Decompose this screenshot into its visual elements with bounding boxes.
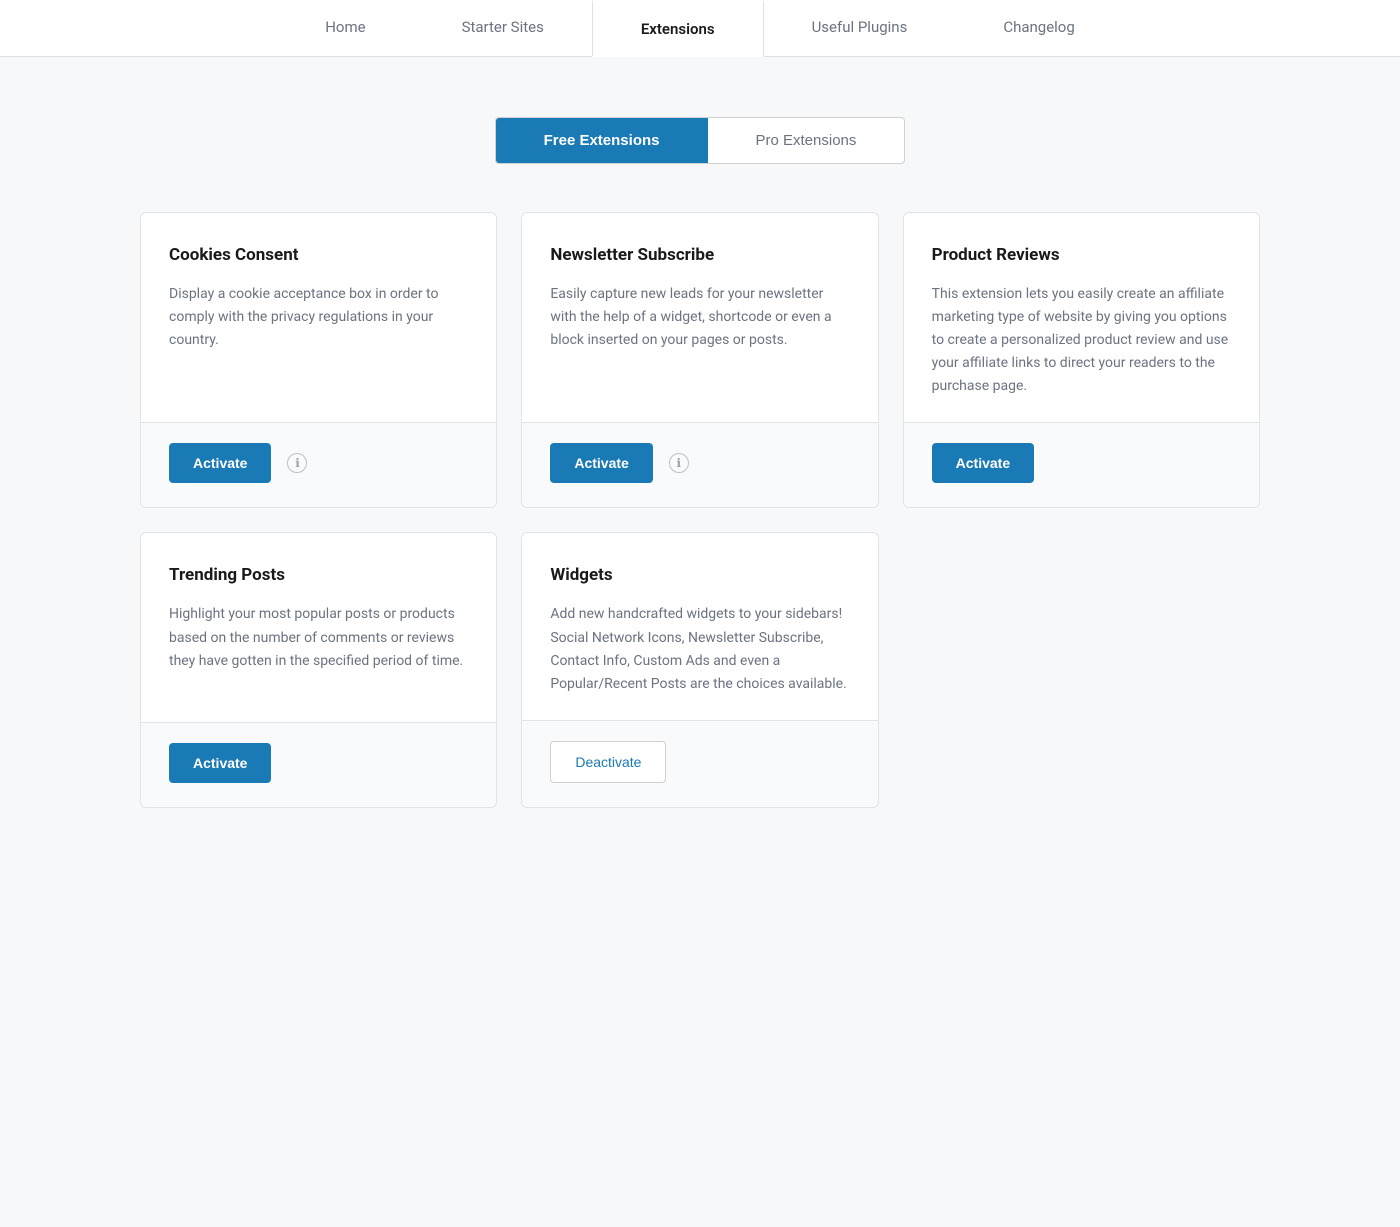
card-desc-widgets: Add new handcrafted widgets to your side… bbox=[550, 603, 849, 695]
top-navigation: Home Starter Sites Extensions Useful Plu… bbox=[0, 0, 1400, 57]
card-footer-product-reviews: Activate bbox=[904, 422, 1259, 507]
extension-card-widgets: Widgets Add new handcrafted widgets to y… bbox=[521, 532, 878, 807]
card-title-cookies: Cookies Consent bbox=[169, 245, 468, 265]
card-footer-widgets: Deactivate bbox=[522, 720, 877, 807]
card-body-cookies: Cookies Consent Display a cookie accepta… bbox=[141, 213, 496, 422]
activate-button-trending[interactable]: Activate bbox=[169, 743, 271, 783]
info-icon-cookies[interactable]: ℹ bbox=[287, 453, 307, 473]
activate-button-cookies[interactable]: Activate bbox=[169, 443, 271, 483]
nav-starter-sites[interactable]: Starter Sites bbox=[414, 0, 592, 56]
card-body-trending: Trending Posts Highlight your most popul… bbox=[141, 533, 496, 721]
card-desc-newsletter: Easily capture new leads for your newsle… bbox=[550, 283, 849, 352]
tab-switcher: Free Extensions Pro Extensions bbox=[140, 117, 1260, 164]
extension-card-product-reviews: Product Reviews This extension lets you … bbox=[903, 212, 1260, 508]
nav-useful-plugins[interactable]: Useful Plugins bbox=[764, 0, 956, 56]
card-body-widgets: Widgets Add new handcrafted widgets to y… bbox=[522, 533, 877, 719]
nav-extensions[interactable]: Extensions bbox=[592, 0, 764, 57]
extension-card-cookies-consent: Cookies Consent Display a cookie accepta… bbox=[140, 212, 497, 508]
extension-card-trending-posts: Trending Posts Highlight your most popul… bbox=[140, 532, 497, 807]
card-footer-trending: Activate bbox=[141, 722, 496, 807]
card-desc-cookies: Display a cookie acceptance box in order… bbox=[169, 283, 468, 352]
main-content: Free Extensions Pro Extensions Cookies C… bbox=[120, 57, 1280, 848]
card-desc-trending: Highlight your most popular posts or pro… bbox=[169, 603, 468, 672]
info-icon-newsletter[interactable]: ℹ bbox=[669, 453, 689, 473]
card-title-newsletter: Newsletter Subscribe bbox=[550, 245, 849, 265]
tab-switcher-inner: Free Extensions Pro Extensions bbox=[495, 117, 906, 164]
card-title-product-reviews: Product Reviews bbox=[932, 245, 1231, 265]
extensions-row-2: Trending Posts Highlight your most popul… bbox=[140, 532, 1260, 807]
card-desc-product-reviews: This extension lets you easily create an… bbox=[932, 283, 1231, 398]
activate-button-product-reviews[interactable]: Activate bbox=[932, 443, 1034, 483]
nav-home[interactable]: Home bbox=[277, 0, 413, 56]
activate-button-newsletter[interactable]: Activate bbox=[550, 443, 652, 483]
extension-card-newsletter: Newsletter Subscribe Easily capture new … bbox=[521, 212, 878, 508]
extensions-row-1: Cookies Consent Display a cookie accepta… bbox=[140, 212, 1260, 508]
tab-pro-extensions[interactable]: Pro Extensions bbox=[708, 118, 905, 163]
card-body-product-reviews: Product Reviews This extension lets you … bbox=[904, 213, 1259, 422]
card-title-widgets: Widgets bbox=[550, 565, 849, 585]
card-footer-newsletter: Activate ℹ bbox=[522, 422, 877, 507]
card-footer-cookies: Activate ℹ bbox=[141, 422, 496, 507]
card-body-newsletter: Newsletter Subscribe Easily capture new … bbox=[522, 213, 877, 422]
card-title-trending: Trending Posts bbox=[169, 565, 468, 585]
deactivate-button-widgets[interactable]: Deactivate bbox=[550, 741, 666, 783]
tab-free-extensions[interactable]: Free Extensions bbox=[496, 118, 708, 163]
empty-card-slot bbox=[903, 532, 1260, 807]
nav-changelog[interactable]: Changelog bbox=[955, 0, 1122, 56]
